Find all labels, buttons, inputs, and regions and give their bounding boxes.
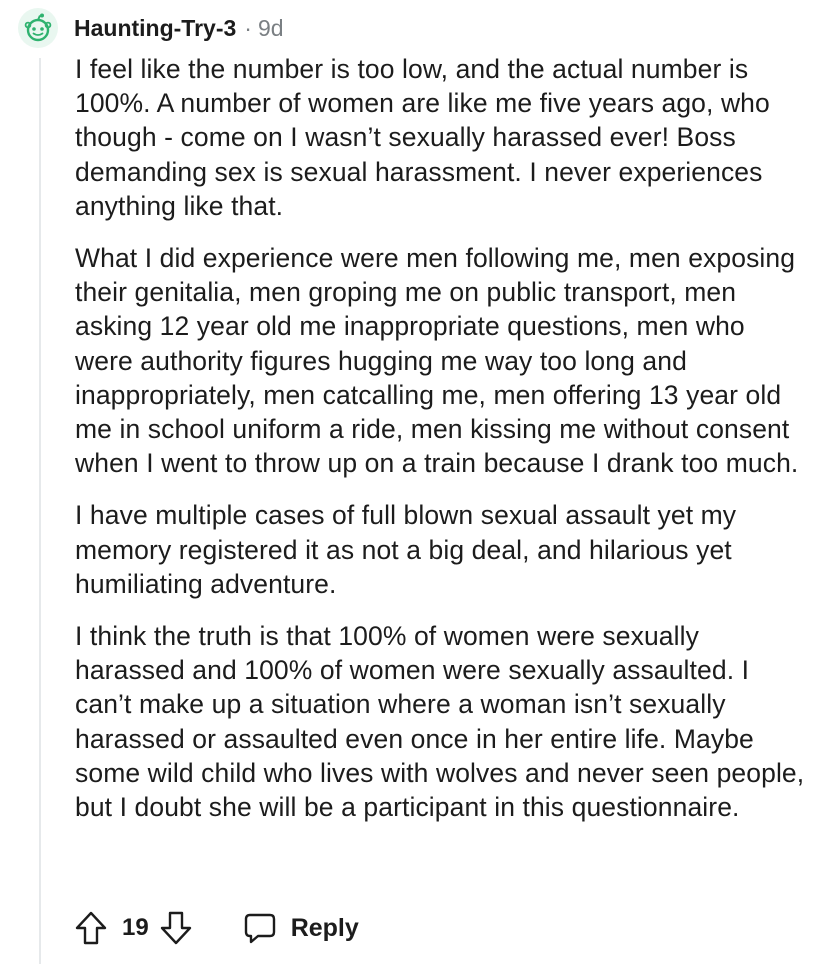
arrow-down-icon xyxy=(160,911,191,945)
reply-button[interactable]: Reply xyxy=(243,912,359,944)
upvote-button[interactable] xyxy=(72,907,110,949)
comment-body: I feel like the number is too low, and t… xyxy=(75,52,805,842)
comment-paragraph: What I did experience were men following… xyxy=(75,243,799,479)
snoo-avatar-icon[interactable] xyxy=(18,8,58,48)
comment-paragraph: I have multiple cases of full blown sexu… xyxy=(75,500,737,599)
vote-score: 19 xyxy=(122,914,149,941)
comment-paragraph: I feel like the number is too low, and t… xyxy=(75,54,770,221)
thread-line[interactable] xyxy=(39,58,41,964)
comment-header: Haunting-Try-3 · 9d xyxy=(18,8,284,48)
comment-paragraph: I think the truth is that 100% of women … xyxy=(75,621,805,823)
reply-label: Reply xyxy=(290,913,359,942)
comment-actions: 19 Reply xyxy=(72,907,359,949)
comment-age: 9d xyxy=(257,14,284,41)
downvote-button[interactable] xyxy=(157,907,195,949)
speech-bubble-icon xyxy=(244,913,275,944)
meta-separator: · xyxy=(244,14,252,41)
author-username[interactable]: Haunting-Try-3 xyxy=(74,15,236,42)
arrow-up-icon xyxy=(75,911,107,945)
